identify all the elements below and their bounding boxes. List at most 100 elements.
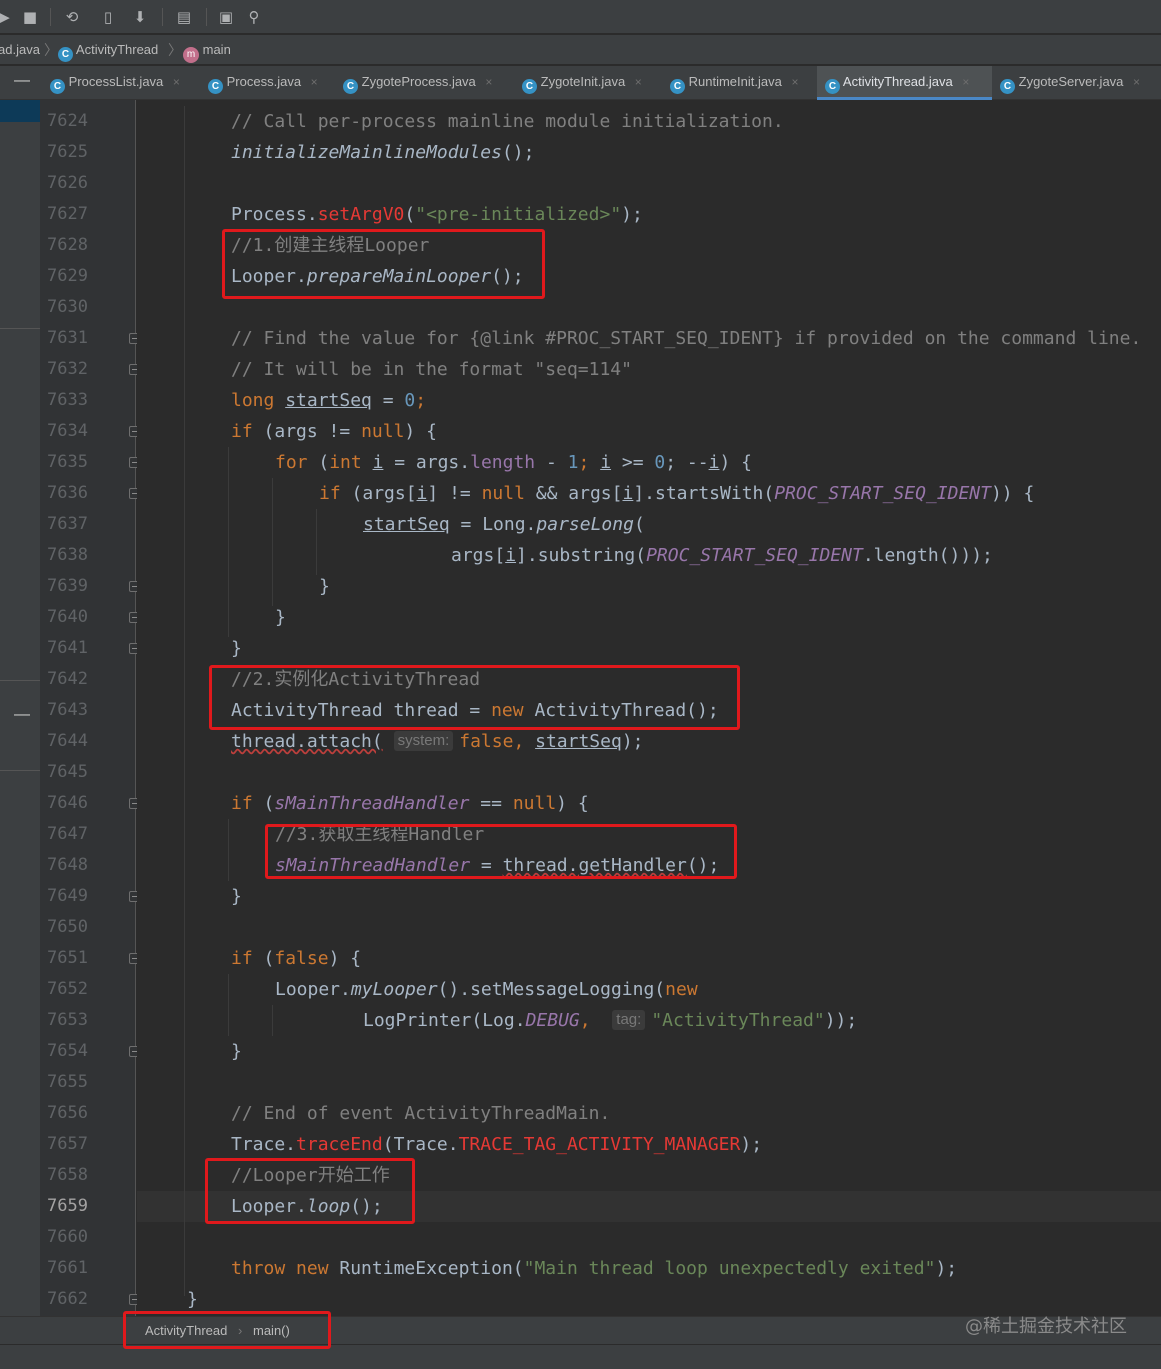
line-number: 7662 xyxy=(47,1289,88,1309)
terminal-icon[interactable]: ▣ xyxy=(216,7,236,27)
line-number: 7633 xyxy=(47,390,88,410)
line-number: 7628 xyxy=(47,235,88,255)
keyword: null xyxy=(361,421,405,442)
punct: == xyxy=(469,793,513,814)
punct: , xyxy=(579,1010,602,1031)
sdk-manager-icon[interactable]: ⬇ xyxy=(130,7,150,27)
close-icon[interactable]: × xyxy=(1133,75,1140,89)
code-line-7635: for (int i = args.length - 1; i >= 0; --… xyxy=(275,447,752,478)
class-icon: C xyxy=(1000,79,1015,94)
ident: ().setMessageLogging( xyxy=(437,979,666,1000)
tab-process[interactable]: C Process.java × xyxy=(208,66,318,100)
punct: ); xyxy=(740,1134,763,1155)
punct: ) { xyxy=(404,421,437,442)
indent-guide xyxy=(228,819,229,881)
stop-icon[interactable]: ■ xyxy=(20,7,40,27)
close-icon[interactable]: × xyxy=(485,75,492,89)
ident: (args != xyxy=(252,421,362,442)
attach-debugger-icon[interactable]: ⟲ xyxy=(62,7,82,27)
tab-zygoteprocess[interactable]: C ZygoteProcess.java × xyxy=(343,66,492,100)
line-number: 7625 xyxy=(47,142,88,162)
brace: } xyxy=(319,576,330,597)
code-line-7627: Process.setArgV0("<pre-initialized>"); xyxy=(231,199,643,230)
method-icon: m xyxy=(183,47,199,63)
line-number: 7650 xyxy=(47,917,88,937)
tab-zygoteserver[interactable]: C ZygoteServer.java × xyxy=(1000,66,1140,100)
punct: ( xyxy=(252,948,275,969)
tab-runtimeinit[interactable]: C RuntimeInit.java × xyxy=(670,66,798,100)
punct: , xyxy=(513,731,536,752)
variable: i xyxy=(372,452,384,473)
line-number: 7634 xyxy=(47,421,88,441)
brace: } xyxy=(231,638,242,659)
tab-processlist[interactable]: C ProcessList.java × xyxy=(50,66,180,100)
parameter-hint: tag: xyxy=(612,1010,646,1030)
ident: RuntimeException( xyxy=(328,1258,524,1279)
highlight-box-looper-loop xyxy=(205,1158,415,1224)
device-manager-icon[interactable]: ▯ xyxy=(98,7,118,27)
indent-guide xyxy=(228,974,229,1036)
line-number: 7652 xyxy=(47,979,88,999)
run-icon[interactable]: ▶ xyxy=(0,7,14,27)
comment: // Find the value for {@link #PROC_START… xyxy=(231,328,1142,349)
tab-zygoteinit[interactable]: C ZygoteInit.java × xyxy=(522,66,642,100)
class-icon: C xyxy=(522,79,537,94)
code-line-7640: } xyxy=(275,602,286,633)
variable: i xyxy=(505,545,517,566)
method-call: thread.attach( xyxy=(231,731,383,752)
tab-activitythread[interactable]: C ActivityThread.java × xyxy=(817,66,992,100)
punct: >= xyxy=(611,452,655,473)
class-icon: C xyxy=(670,79,685,94)
line-number: 7638 xyxy=(47,545,88,565)
brace: } xyxy=(275,607,286,628)
ident: args[ xyxy=(451,545,506,566)
close-icon[interactable]: × xyxy=(962,75,969,89)
indent-guide xyxy=(272,1005,273,1036)
code-line-7639: } xyxy=(319,571,330,602)
close-icon[interactable]: × xyxy=(173,75,180,89)
punct: ( xyxy=(307,452,330,473)
method-call: parseLong xyxy=(536,514,634,535)
tab-label: ZygoteServer.java xyxy=(1018,74,1124,89)
highlight-box-main-handler xyxy=(265,824,737,879)
highlight-box-bottom-breadcrumb xyxy=(123,1311,331,1349)
punct: ( xyxy=(252,793,275,814)
tab-label: RuntimeInit.java xyxy=(688,74,782,89)
toolbar-divider xyxy=(206,8,207,26)
tab-label: ZygoteProcess.java xyxy=(361,74,476,89)
method-call: setArgV0 xyxy=(317,204,405,225)
punct: ; -- xyxy=(665,452,709,473)
variable: startSeq xyxy=(285,390,372,411)
collapse-icon[interactable]: — xyxy=(14,72,30,90)
tab-label: ProcessList.java xyxy=(68,74,164,89)
static-constant: DEBUG xyxy=(525,1010,580,1031)
code-line-7654: } xyxy=(231,1036,242,1067)
indent-guide xyxy=(272,478,273,606)
close-icon[interactable]: × xyxy=(791,75,798,89)
variable: i xyxy=(416,483,428,504)
ident: = args. xyxy=(383,452,471,473)
close-icon[interactable]: × xyxy=(311,75,318,89)
line-number: 7651 xyxy=(47,948,88,968)
punct: ] != xyxy=(427,483,482,504)
breadcrumb-class[interactable]: C ActivityThread xyxy=(58,42,158,62)
code-line-7651: if (false) { xyxy=(231,943,361,974)
ident: && args[ xyxy=(524,483,623,504)
breadcrumb-method[interactable]: m main xyxy=(183,42,231,63)
search-icon[interactable]: ⚲ xyxy=(244,7,264,27)
variable: i xyxy=(622,483,634,504)
highlight-box-prepare-looper xyxy=(222,229,545,299)
close-icon[interactable]: × xyxy=(635,75,642,89)
navigation-bar: ad.java 〉 C ActivityThread 〉 m main xyxy=(0,35,1161,65)
code-line-7646: if (sMainThreadHandler == null) { xyxy=(231,788,589,819)
ident: ].startsWith( xyxy=(633,483,775,504)
breadcrumb-file[interactable]: ad.java xyxy=(0,42,40,57)
code-line-7637: startSeq = Long.parseLong( xyxy=(363,509,645,540)
ident: Trace. xyxy=(231,1134,297,1155)
line-number: 7659 xyxy=(47,1196,88,1216)
keyword: false xyxy=(459,731,514,752)
line-number: 7636 xyxy=(47,483,88,503)
project-structure-icon[interactable]: ▤ xyxy=(174,7,194,27)
punct: ( xyxy=(404,204,416,225)
line-number: 7653 xyxy=(47,1010,88,1030)
